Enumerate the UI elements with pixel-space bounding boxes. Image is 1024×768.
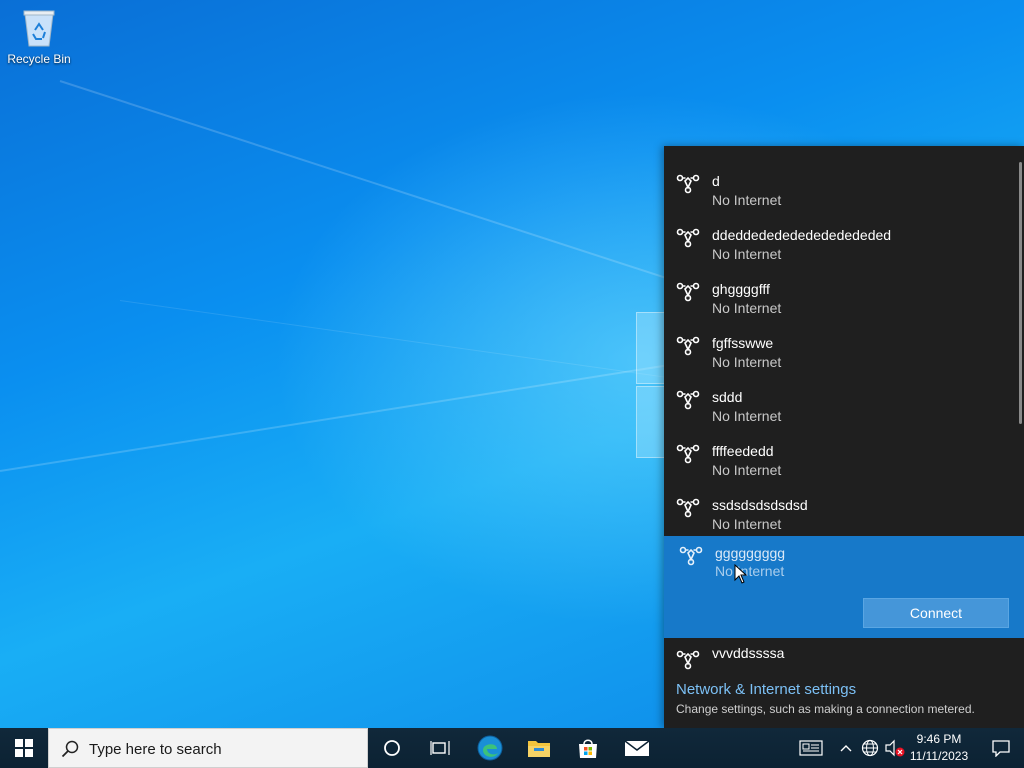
connect-button[interactable]: Connect bbox=[863, 598, 1009, 628]
network-item[interactable]: sddd No Internet bbox=[664, 370, 1020, 424]
network-globe-icon[interactable] bbox=[858, 728, 882, 768]
network-status: No Internet bbox=[715, 563, 785, 579]
network-item[interactable]: ffffeededd No Internet bbox=[664, 424, 1020, 478]
network-ssid: sddd bbox=[712, 389, 743, 405]
wallpaper-beam bbox=[59, 80, 669, 280]
network-ssid: ggggggggg bbox=[715, 545, 786, 561]
network-item[interactable]: d No Internet bbox=[664, 154, 1020, 208]
recycle-bin-shortcut[interactable]: Recycle Bin bbox=[4, 6, 74, 76]
network-item[interactable]: ddeddededededededededed No Internet bbox=[664, 208, 1020, 262]
network-ssid: ddeddededededededededed bbox=[712, 227, 892, 243]
wifi-no-internet-icon bbox=[676, 496, 700, 518]
mouse-cursor-icon bbox=[734, 563, 748, 584]
wifi-no-internet-icon bbox=[676, 648, 700, 670]
taskbar: Type here to search 9:46 PM 11/11/2023 bbox=[0, 728, 1024, 768]
taskbar-search-box[interactable]: Type here to search bbox=[48, 728, 368, 768]
store-icon[interactable] bbox=[564, 728, 612, 768]
network-status: No Internet bbox=[712, 246, 782, 262]
wifi-no-internet-icon bbox=[676, 226, 700, 248]
edge-icon[interactable] bbox=[466, 728, 514, 768]
news-icon[interactable] bbox=[798, 728, 824, 768]
search-icon bbox=[61, 740, 79, 758]
network-status: No Internet bbox=[712, 354, 782, 370]
taskbar-clock[interactable]: 9:46 PM 11/11/2023 bbox=[906, 731, 972, 765]
chevron-up-icon[interactable] bbox=[834, 728, 858, 768]
clock-time: 9:46 PM bbox=[916, 732, 962, 746]
task-view-icon[interactable] bbox=[416, 728, 464, 768]
network-item[interactable]: ssdsdsdsdsdsd No Internet bbox=[664, 478, 1020, 532]
windows-logo-icon bbox=[15, 739, 33, 757]
network-ssid: ffffeededd bbox=[712, 443, 774, 459]
network-ssid: d bbox=[712, 173, 720, 189]
search-placeholder: Type here to search bbox=[89, 741, 222, 758]
network-ssid: ghggggfff bbox=[712, 281, 770, 297]
network-item[interactable]: ghggggfff No Internet bbox=[664, 262, 1020, 316]
network-settings-description: Change settings, such as making a connec… bbox=[676, 702, 975, 716]
recycle-bin-label: Recycle Bin bbox=[7, 52, 71, 66]
network-ssid: fgffsswwe bbox=[712, 335, 774, 351]
clock-date: 11/11/2023 bbox=[909, 749, 969, 763]
network-status: No Internet bbox=[712, 300, 782, 316]
network-status: No Internet bbox=[712, 462, 782, 478]
network-status: No Internet bbox=[712, 516, 782, 532]
wifi-no-internet-icon bbox=[676, 388, 700, 410]
file-explorer-icon[interactable] bbox=[515, 728, 563, 768]
cortana-icon[interactable] bbox=[368, 728, 416, 768]
volume-muted-icon[interactable] bbox=[883, 728, 907, 768]
network-item[interactable]: fgffsswwe No Internet bbox=[664, 316, 1020, 370]
start-button[interactable] bbox=[0, 728, 48, 768]
network-settings-link[interactable]: Network & Internet settings bbox=[676, 681, 856, 698]
action-center-button[interactable] bbox=[978, 728, 1024, 768]
wallpaper-beam bbox=[0, 360, 692, 472]
wifi-no-internet-icon bbox=[676, 334, 700, 356]
wifi-no-internet-icon bbox=[676, 280, 700, 302]
wifi-no-internet-icon bbox=[679, 544, 703, 566]
network-flyout: d No Internet ddeddededededededededed No… bbox=[664, 146, 1024, 728]
network-status: No Internet bbox=[712, 408, 782, 424]
notification-icon bbox=[992, 740, 1010, 757]
network-ssid: ssdsdsdsdsdsd bbox=[712, 497, 808, 513]
wifi-no-internet-icon bbox=[676, 442, 700, 464]
recycle-bin-icon bbox=[22, 8, 56, 48]
network-ssid: vvvddssssa bbox=[712, 645, 785, 661]
network-item-selected[interactable]: ggggggggg No Internet Connect bbox=[664, 536, 1024, 638]
wallpaper-beam bbox=[119, 300, 675, 379]
wifi-no-internet-icon bbox=[676, 172, 700, 194]
mail-icon[interactable] bbox=[613, 728, 661, 768]
network-status: No Internet bbox=[712, 192, 782, 208]
